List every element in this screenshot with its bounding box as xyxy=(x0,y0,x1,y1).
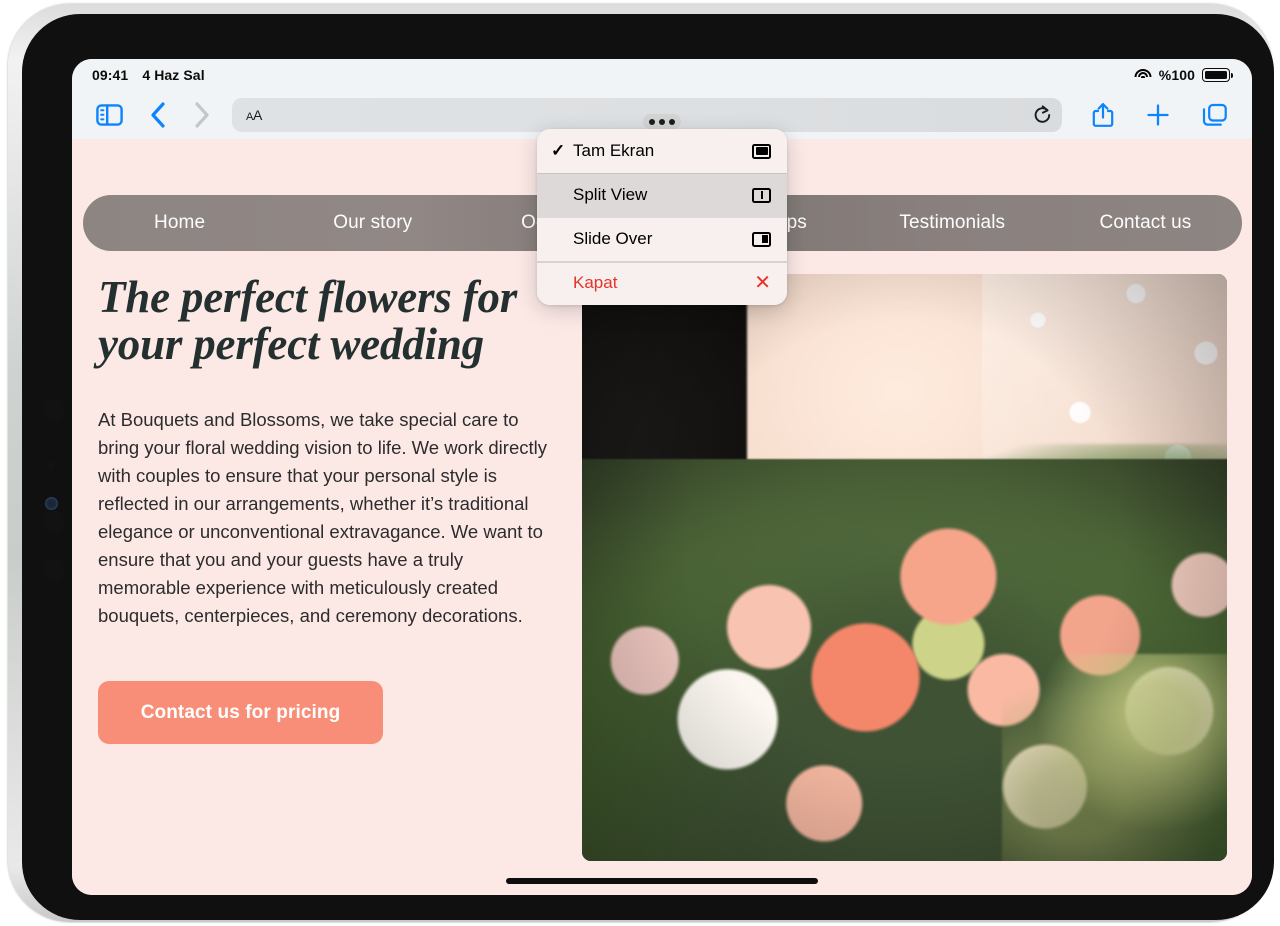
slide-over-icon xyxy=(749,231,771,247)
status-date: 4 Haz Sal xyxy=(142,67,205,83)
split-view-icon xyxy=(749,187,771,203)
wifi-icon xyxy=(1134,68,1152,82)
menu-item-slide-over[interactable]: Slide Over xyxy=(537,217,787,261)
reload-icon[interactable] xyxy=(1033,105,1052,125)
device-sensor-dot xyxy=(48,462,54,468)
photo-vignette xyxy=(582,274,1227,861)
status-bar: 09:41 4 Haz Sal %100 xyxy=(72,59,1252,91)
menu-item-split-view[interactable]: Split View xyxy=(537,173,787,217)
nav-item-our-story[interactable]: Our story xyxy=(276,212,469,234)
status-time: 09:41 xyxy=(92,67,129,83)
back-button[interactable] xyxy=(150,102,166,128)
checkmark-icon: ✓ xyxy=(551,141,566,160)
device-bezel: 09:41 4 Haz Sal %100 AA ✓ Tam Ekran Spli… xyxy=(22,14,1274,920)
hero-text-column: The perfect flowers for your perfect wed… xyxy=(72,272,582,745)
page-title: The perfect flowers for your perfect wed… xyxy=(98,272,582,370)
status-bar-left: 09:41 4 Haz Sal xyxy=(92,67,205,83)
menu-item-label: Tam Ekran xyxy=(573,141,655,160)
device-sensor-dot xyxy=(44,559,65,580)
contact-us-for-pricing-button[interactable]: Contact us for pricing xyxy=(98,681,383,745)
ipad-device-frame: 09:41 4 Haz Sal %100 AA ✓ Tam Ekran Spli… xyxy=(8,4,1274,922)
multitasking-menu: ✓ Tam Ekran Split View Slide Over Kapat xyxy=(537,129,787,305)
battery-percent-label: %100 xyxy=(1158,67,1195,83)
hero-title-line-1: The perfect flowers for xyxy=(98,272,518,322)
grabber-dot xyxy=(649,118,655,125)
multitasking-grabber[interactable] xyxy=(643,114,681,129)
text-size-button[interactable]: AA xyxy=(246,107,262,123)
close-x-icon: ✕ xyxy=(754,272,771,294)
grabber-dot xyxy=(669,118,675,125)
wedding-bouquet-photo xyxy=(582,274,1227,861)
menu-item-label: Kapat xyxy=(573,273,618,292)
hero-body-text: At Bouquets and Blossoms, we take specia… xyxy=(98,408,547,627)
device-sensor-dot xyxy=(44,511,65,532)
device-sensor-dot xyxy=(44,399,65,420)
battery-icon xyxy=(1202,68,1233,82)
menu-item-label: Slide Over xyxy=(573,229,653,248)
forward-button[interactable] xyxy=(194,102,210,128)
tabs-icon[interactable] xyxy=(1202,103,1228,128)
menu-item-label: Split View xyxy=(573,185,648,204)
nav-item-contact-us[interactable]: Contact us xyxy=(1049,212,1242,234)
ipad-screen: 09:41 4 Haz Sal %100 AA ✓ Tam Ekran Spli… xyxy=(72,59,1252,895)
share-icon[interactable] xyxy=(1092,102,1114,128)
nav-item-testimonials[interactable]: Testimonials xyxy=(856,212,1049,234)
grabber-dot xyxy=(659,118,665,125)
sidebar-icon[interactable] xyxy=(96,104,123,126)
home-indicator[interactable] xyxy=(506,878,818,884)
nav-item-home[interactable]: Home xyxy=(83,212,276,234)
toolbar-right-group xyxy=(1092,102,1228,128)
plus-icon[interactable] xyxy=(1146,103,1170,127)
menu-item-close[interactable]: Kapat ✕ xyxy=(537,261,787,305)
hero-title-line-2: your perfect wedding xyxy=(98,319,484,370)
full-screen-icon xyxy=(749,143,771,159)
status-bar-right: %100 xyxy=(1134,67,1233,83)
menu-item-full-screen[interactable]: ✓ Tam Ekran xyxy=(537,129,787,173)
hero-section: The perfect flowers for your perfect wed… xyxy=(72,272,1252,861)
